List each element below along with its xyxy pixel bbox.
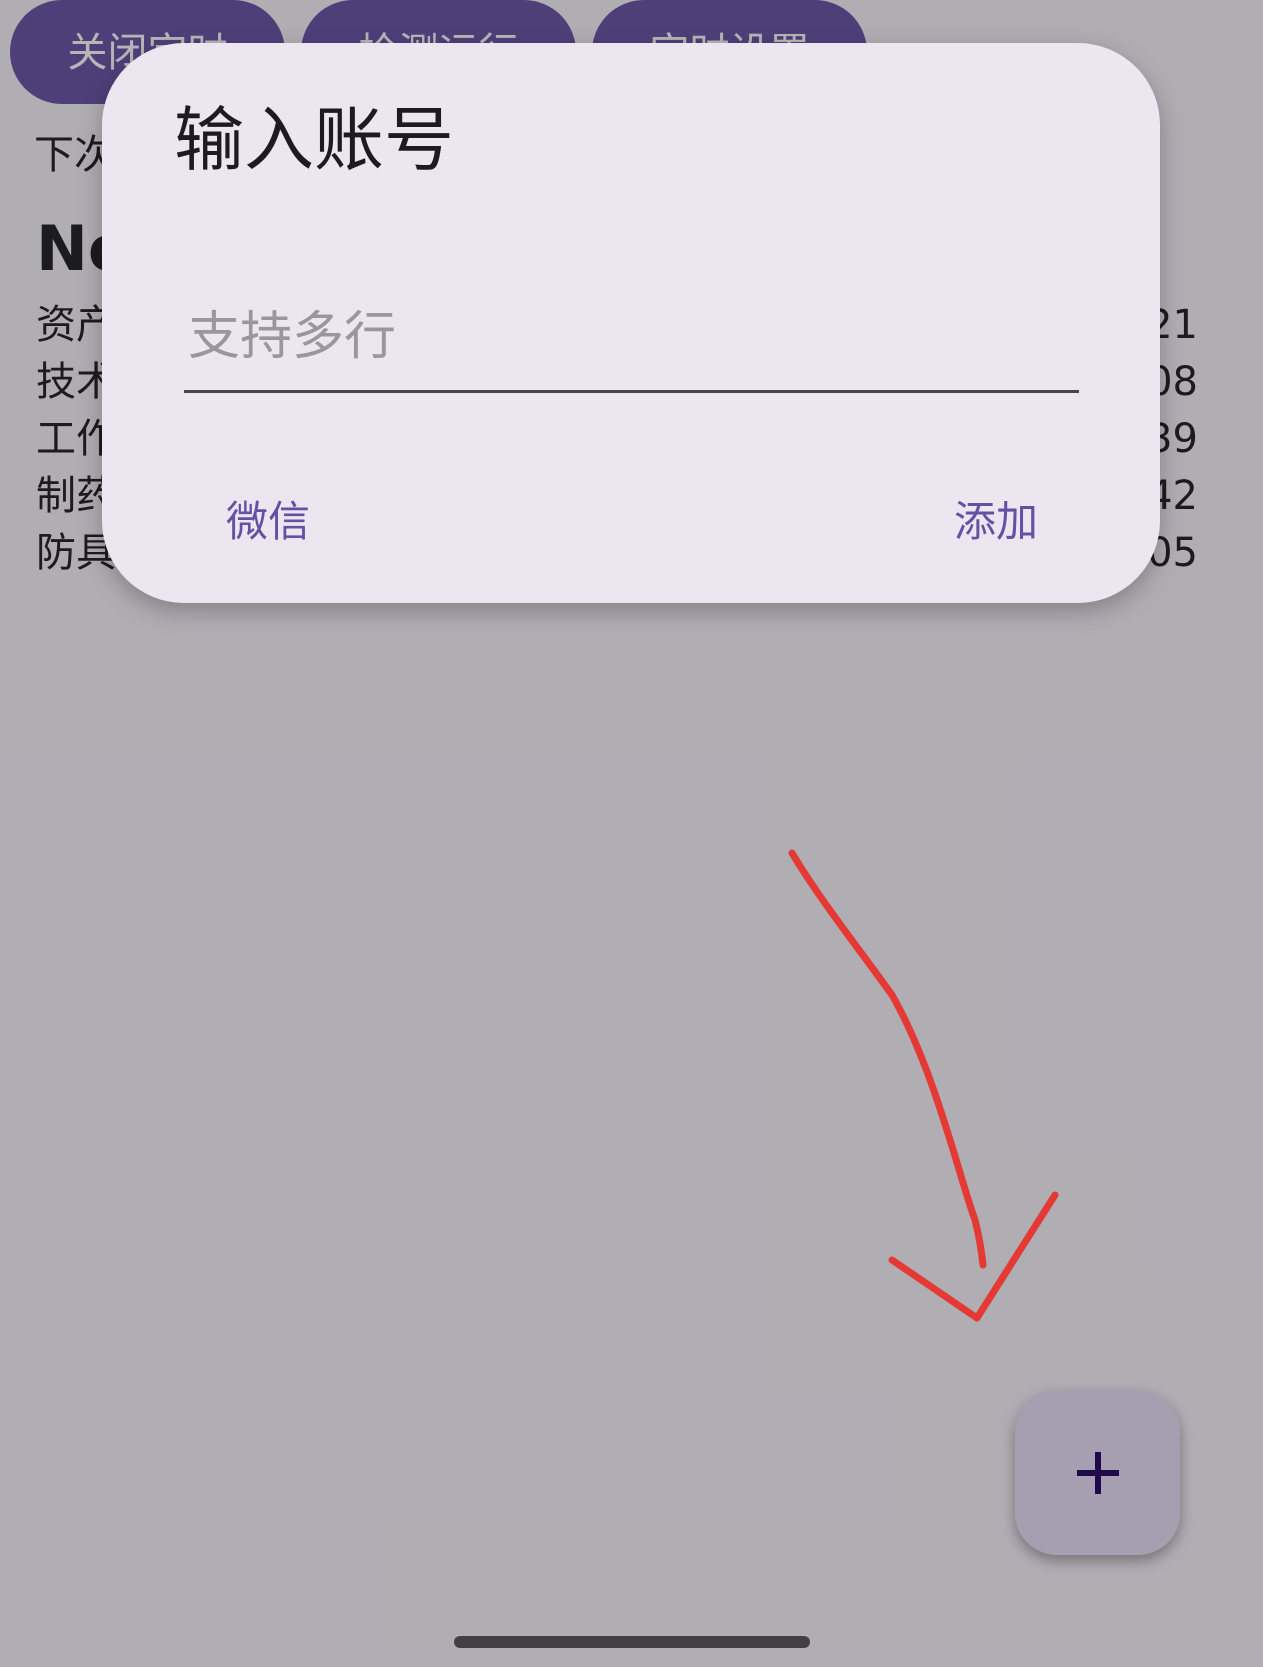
add-button[interactable]: 添加 (942, 493, 1050, 551)
account-input[interactable] (184, 301, 1079, 393)
dialog-title: 输入账号 (174, 99, 454, 181)
app-screen: 关闭定时 检测运行 定时设置 下次 No 资产 21 技术 08 工作 39 制… (0, 0, 1263, 1667)
input-account-dialog: 输入账号 微信 添加 (102, 43, 1160, 603)
wechat-button[interactable]: 微信 (214, 493, 322, 551)
